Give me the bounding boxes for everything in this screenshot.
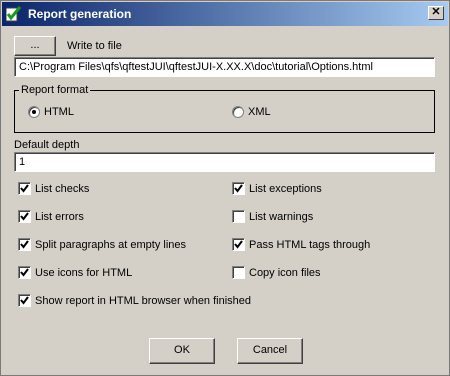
close-button[interactable]: ✕ <box>428 6 444 20</box>
default-depth-label: Default depth <box>14 139 80 151</box>
default-depth-input[interactable]: 1 <box>14 152 435 172</box>
split-paragraphs-label: Split paragraphs at empty lines <box>35 239 187 251</box>
checkmark-icon <box>20 184 29 193</box>
ok-button[interactable]: OK <box>149 338 215 364</box>
close-icon: ✕ <box>431 6 441 18</box>
split-paragraphs-checkbox[interactable] <box>18 238 31 251</box>
cancel-button[interactable]: Cancel <box>237 338 303 364</box>
pass-html-tags-label: Pass HTML tags through <box>249 239 371 251</box>
use-icons-checkbox[interactable] <box>18 266 31 279</box>
file-path-input[interactable]: C:\Program Files\qfs\qftestJUI\qftestJUI… <box>14 57 435 77</box>
write-to-file-label: Write to file <box>67 40 122 52</box>
checkmark-icon <box>20 240 29 249</box>
list-warnings-label: List warnings <box>249 211 314 223</box>
list-warnings-checkbox[interactable] <box>232 210 245 223</box>
list-exceptions-label: List exceptions <box>249 183 322 195</box>
show-report-label: Show report in HTML browser when finishe… <box>35 295 252 307</box>
app-checkmark-icon <box>6 6 22 22</box>
checkmark-icon <box>20 212 29 221</box>
list-errors-label: List errors <box>35 211 84 223</box>
window-title: Report generation <box>28 7 132 21</box>
html-radio[interactable] <box>28 106 40 118</box>
list-checks-checkbox[interactable] <box>18 182 31 195</box>
browse-button[interactable]: ... <box>14 36 56 56</box>
pass-html-tags-checkbox[interactable] <box>232 238 245 251</box>
use-icons-label: Use icons for HTML <box>35 267 133 279</box>
title-bar[interactable]: Report generation ✕ <box>2 2 448 26</box>
list-errors-checkbox[interactable] <box>18 210 31 223</box>
xml-radio-label: XML <box>248 106 271 118</box>
checkmark-icon <box>234 184 243 193</box>
checkmark-icon <box>20 268 29 277</box>
list-checks-label: List checks <box>35 183 90 195</box>
html-radio-label: HTML <box>44 106 74 118</box>
copy-icon-files-label: Copy icon files <box>249 267 321 279</box>
report-format-legend: Report format <box>19 84 91 96</box>
checkmark-icon <box>234 240 243 249</box>
report-generation-dialog: Report generation ✕ ... Write to file C:… <box>0 0 450 376</box>
report-format-group: Report format <box>14 84 435 133</box>
xml-radio[interactable] <box>232 106 244 118</box>
checkmark-icon <box>20 296 29 305</box>
copy-icon-files-checkbox[interactable] <box>232 266 245 279</box>
show-report-checkbox[interactable] <box>18 294 31 307</box>
list-exceptions-checkbox[interactable] <box>232 182 245 195</box>
